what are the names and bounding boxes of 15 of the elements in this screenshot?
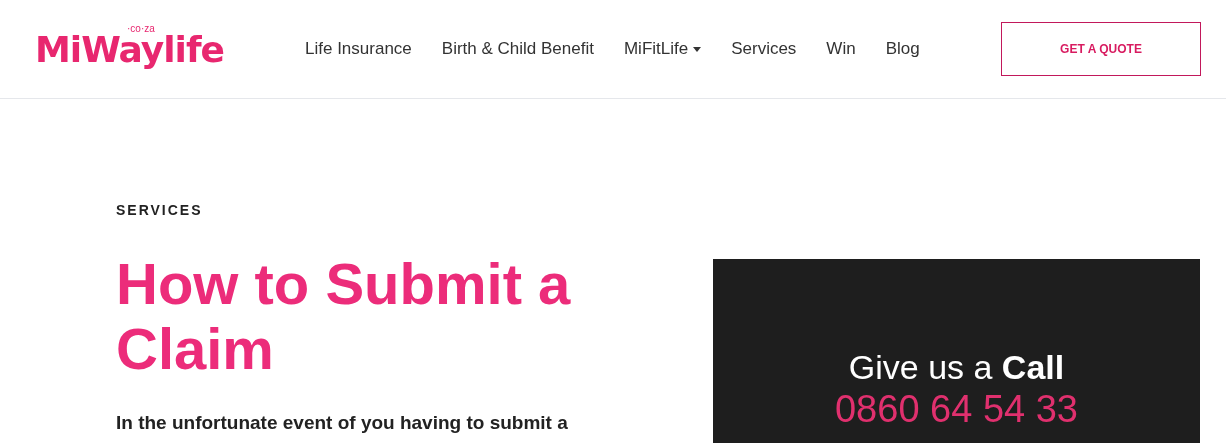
intro-paragraph: In the unfortunate event of you having to submit a: [116, 411, 569, 435]
logo-domain: ·co·za: [127, 24, 155, 34]
section-label: SERVICES: [116, 201, 204, 220]
page-title: How to Submit a Claim: [116, 251, 572, 381]
phone-number[interactable]: 0860 64 54 33: [835, 387, 1078, 431]
nav-link[interactable]: Win: [826, 36, 856, 62]
caret-icon: [693, 46, 702, 52]
nav-link[interactable]: MiFitLife: [623, 36, 702, 62]
logo[interactable]: MiWaylife: [35, 32, 224, 68]
nav-link[interactable]: Services: [731, 36, 797, 62]
call-heading: Give us a Call: [848, 347, 1065, 387]
nav-link[interactable]: Birth & Child Benefit: [441, 36, 594, 62]
nav-link[interactable]: Life Insurance: [305, 36, 412, 62]
get-a-quote-button[interactable]: GET A QUOTE: [1001, 22, 1201, 76]
nav-link[interactable]: Blog: [885, 36, 920, 62]
